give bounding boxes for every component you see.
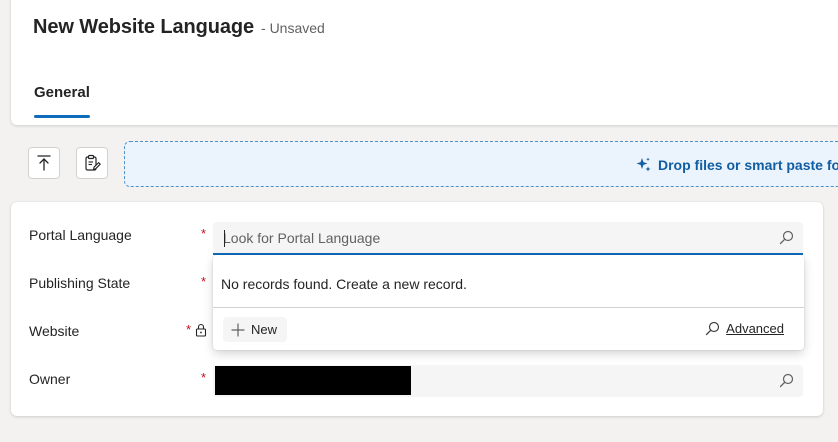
title-row: New Website Language - Unsaved <box>33 16 325 39</box>
search-icon <box>779 373 794 388</box>
new-record-label: New <box>251 322 278 337</box>
lock-icon <box>195 323 207 337</box>
drop-zone-text: Drop files or smart paste for <box>658 156 838 173</box>
portal-language-lookup[interactable] <box>213 222 803 255</box>
field-label-owner: Owner <box>29 371 71 387</box>
field-label-portal-language: Portal Language <box>29 227 132 243</box>
tab-general[interactable]: General <box>34 84 90 101</box>
required-indicator: * <box>186 322 192 337</box>
search-icon <box>779 230 794 245</box>
required-indicator: * <box>201 370 207 385</box>
arrow-up-to-line-icon <box>37 155 51 171</box>
drop-zone-content: Drop files or smart paste for <box>635 156 838 173</box>
owner-search-button[interactable] <box>779 373 794 393</box>
required-indicator: * <box>201 274 207 289</box>
clipboard-edit-icon <box>85 154 101 171</box>
field-label-publishing-state: Publishing State <box>29 275 131 291</box>
field-label-website: Website <box>29 323 80 339</box>
required-indicator: * <box>201 226 207 241</box>
owner-lookup[interactable] <box>213 365 803 397</box>
no-records-message: No records found. Create a new record. <box>221 276 467 292</box>
advanced-lookup-label: Advanced <box>726 321 784 336</box>
form-header: New Website Language - Unsaved General <box>11 0 838 125</box>
tab-selected-indicator <box>34 115 90 118</box>
upload-button[interactable] <box>28 147 60 179</box>
file-drop-zone[interactable]: Drop files or smart paste for <box>124 141 838 187</box>
smart-paste-button[interactable] <box>76 147 108 179</box>
page-title: New Website Language <box>33 16 255 38</box>
text-cursor <box>224 230 225 247</box>
flyout-divider <box>213 307 804 308</box>
lookup-search-button[interactable] <box>779 230 794 250</box>
lookup-results-flyout: No records found. Create a new record. N… <box>213 255 804 350</box>
plus-icon <box>231 322 245 337</box>
sparkle-icon <box>636 157 651 172</box>
search-icon <box>706 321 720 336</box>
portal-language-search-input[interactable] <box>213 222 773 253</box>
new-record-button[interactable]: New <box>223 317 287 342</box>
save-status: - Unsaved <box>261 20 325 36</box>
advanced-lookup-link[interactable]: Advanced <box>705 321 784 336</box>
owner-value-redacted <box>215 366 411 395</box>
